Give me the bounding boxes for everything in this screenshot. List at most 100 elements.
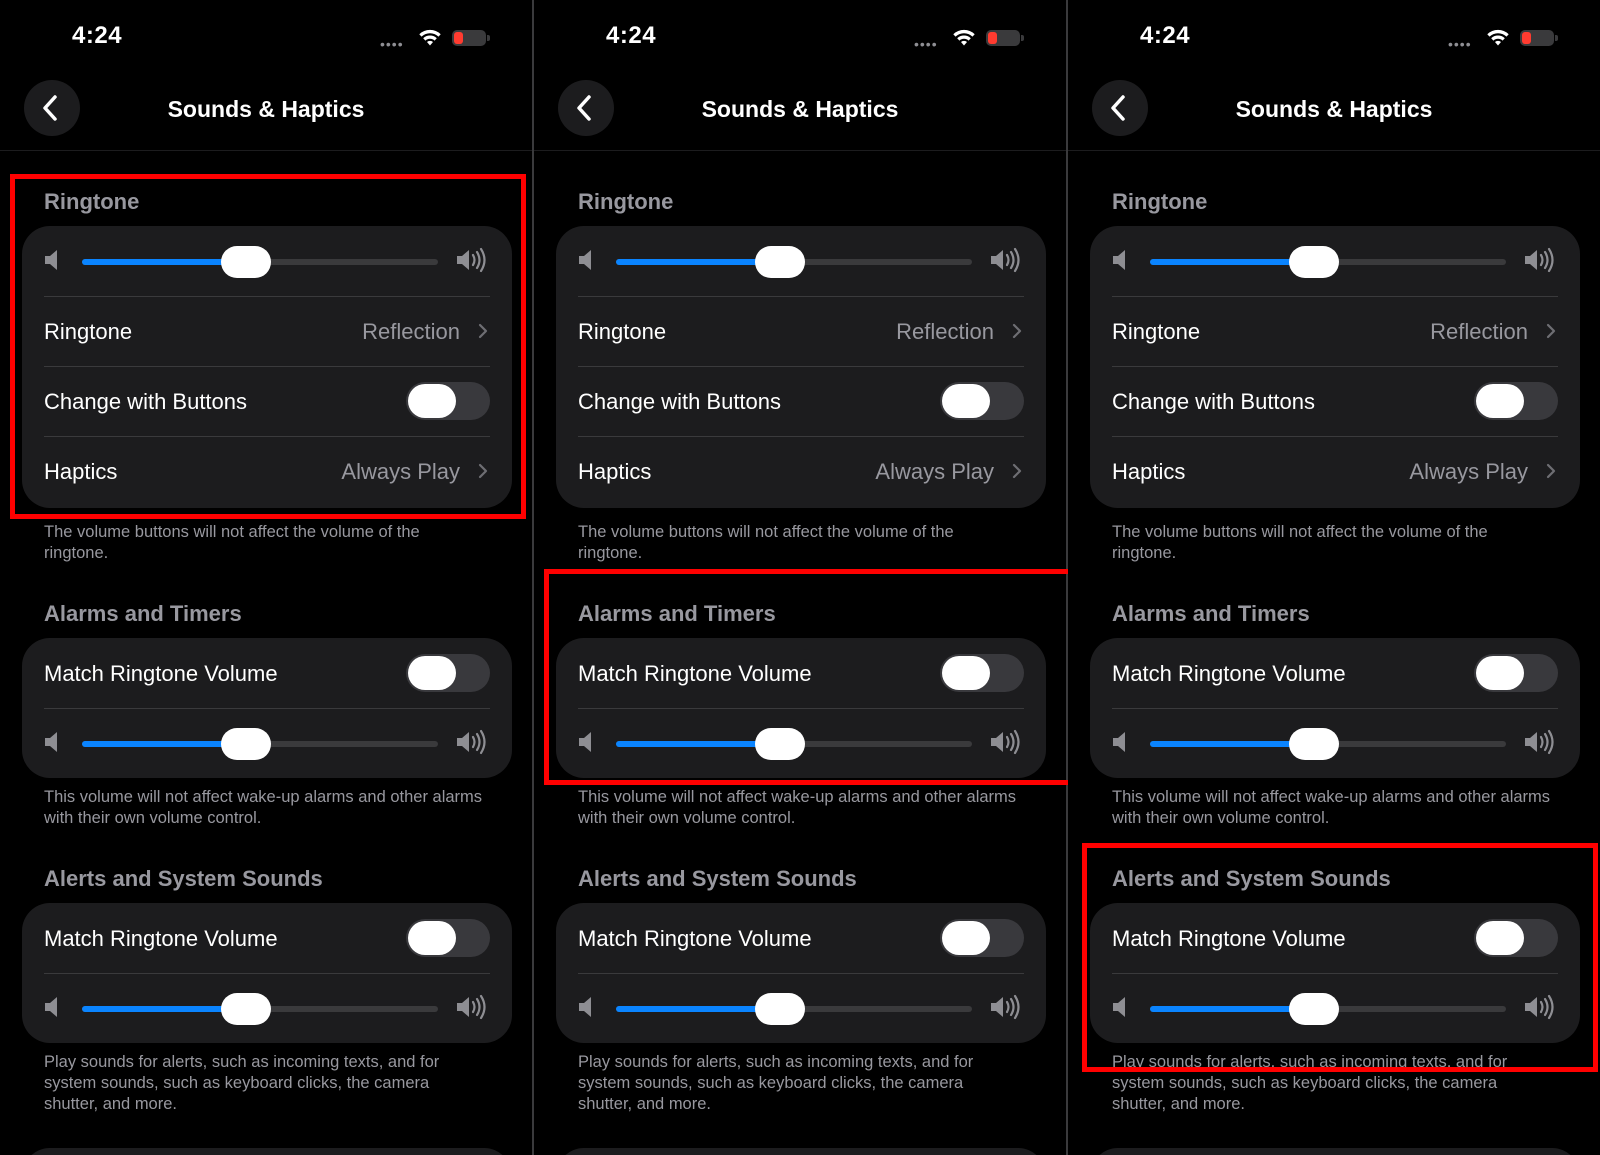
slider-track[interactable]	[616, 993, 972, 1025]
battery-icon	[1520, 30, 1558, 46]
slider-thumb[interactable]	[1288, 728, 1339, 760]
ringtone-value: Reflection	[1430, 319, 1528, 344]
battery-icon	[986, 30, 1024, 46]
speaker-high-icon	[1525, 729, 1554, 755]
haptics-row[interactable]: Haptics Always Play	[578, 436, 1024, 506]
wifi-icon	[953, 29, 975, 46]
ringtone-footer: The volume buttons will not affect the v…	[44, 523, 420, 562]
page-title: Sounds & Haptics	[167, 96, 365, 122]
highlight-box	[10, 174, 526, 519]
alarms-footer: This volume will not affect wake-up alar…	[44, 788, 483, 827]
slider-track[interactable]	[1150, 246, 1506, 278]
ringtone-row[interactable]: Ringtone Reflection	[1112, 296, 1558, 366]
slider-thumb[interactable]	[754, 246, 805, 278]
status-time: 4:24	[1140, 22, 1191, 49]
alarms-card: Match Ringtone Volume	[1090, 638, 1580, 778]
alarms-footer: This volume will not affect wake-up alar…	[578, 788, 1017, 827]
status-bar-icons: ••••	[380, 26, 490, 52]
status-time: 4:24	[72, 22, 123, 49]
match-ringtone-label: Match Ringtone Volume	[44, 926, 278, 951]
change-with-buttons-row: Change with Buttons	[578, 366, 1024, 436]
ringtone-label: Ringtone	[578, 319, 667, 344]
slider-track[interactable]	[82, 993, 438, 1025]
highlight-box	[544, 569, 1074, 785]
alarms-card: Match Ringtone Volume	[22, 638, 512, 778]
slider-track[interactable]	[616, 246, 972, 278]
match-ringtone-label: Match Ringtone Volume	[1112, 661, 1346, 686]
status-time: 4:24	[606, 22, 657, 49]
speaker-low-icon	[579, 250, 591, 270]
navigation-bar: Sounds & Haptics	[534, 70, 1066, 151]
alerts-volume-slider[interactable]	[578, 973, 1024, 1043]
speaker-low-icon	[579, 997, 591, 1017]
wifi-icon	[1487, 29, 1509, 46]
match-ringtone-label: Match Ringtone Volume	[44, 661, 278, 686]
section-header-ringtone: Ringtone	[1112, 189, 1208, 214]
ringtone-label: Ringtone	[1112, 319, 1201, 344]
section-header-alarms: Alarms and Timers	[1112, 601, 1310, 626]
next-card-edge	[556, 1148, 1046, 1155]
match-ringtone-label: Match Ringtone Volume	[578, 926, 812, 951]
ringtone-card: Ringtone Reflection Change with Buttons …	[1090, 226, 1580, 508]
status-bar-icons: ••••	[1448, 26, 1558, 52]
alarms-match-toggle[interactable]	[406, 654, 490, 692]
alarms-match-toggle[interactable]	[1474, 654, 1558, 692]
ringtone-volume-slider[interactable]	[1112, 226, 1558, 296]
ringtone-value: Reflection	[896, 319, 994, 344]
ringtone-footer: The volume buttons will not affect the v…	[578, 523, 954, 562]
wifi-icon	[419, 29, 441, 46]
haptics-value: Always Play	[875, 459, 994, 484]
page-title: Sounds & Haptics	[1235, 96, 1433, 122]
alarms-volume-slider[interactable]	[44, 708, 490, 778]
alarms-match-row: Match Ringtone Volume	[44, 638, 490, 708]
ringtone-footer: The volume buttons will not affect the v…	[1112, 523, 1488, 562]
alarms-footer: This volume will not affect wake-up alar…	[1112, 788, 1551, 827]
section-header-alerts: Alerts and System Sounds	[578, 866, 857, 891]
speaker-low-icon	[45, 732, 57, 752]
speaker-low-icon	[1113, 732, 1125, 752]
next-card-edge	[22, 1148, 512, 1155]
slider-thumb[interactable]	[1288, 246, 1339, 278]
ringtone-row[interactable]: Ringtone Reflection	[578, 296, 1024, 366]
speaker-high-icon	[991, 247, 1020, 273]
haptics-row[interactable]: Haptics Always Play	[1112, 436, 1558, 506]
haptics-value: Always Play	[1409, 459, 1528, 484]
alerts-volume-slider[interactable]	[44, 973, 490, 1043]
signal-icon: ••••	[1448, 36, 1472, 52]
alerts-match-toggle[interactable]	[940, 919, 1024, 957]
ringtone-card: Ringtone Reflection Change with Buttons …	[556, 226, 1046, 508]
alerts-match-toggle[interactable]	[406, 919, 490, 957]
status-bar-icons: ••••	[914, 26, 1024, 52]
chevron-right-icon	[1546, 463, 1556, 479]
change-with-buttons-toggle[interactable]	[1474, 382, 1558, 420]
change-with-buttons-label: Change with Buttons	[1112, 389, 1316, 414]
speaker-high-icon	[991, 994, 1020, 1020]
alerts-footer: Play sounds for alerts, such as incoming…	[44, 1053, 440, 1113]
slider-thumb[interactable]	[754, 993, 805, 1025]
change-with-buttons-label: Change with Buttons	[578, 389, 782, 414]
change-with-buttons-row: Change with Buttons	[1112, 366, 1558, 436]
chevron-right-icon	[1012, 463, 1022, 479]
slider-thumb[interactable]	[220, 993, 271, 1025]
change-with-buttons-toggle[interactable]	[940, 382, 1024, 420]
slider-track[interactable]	[82, 728, 438, 760]
haptics-label: Haptics	[578, 459, 652, 484]
signal-icon: ••••	[914, 36, 938, 52]
slider-track[interactable]	[1150, 728, 1506, 760]
speaker-high-icon	[457, 994, 486, 1020]
highlight-box	[1082, 843, 1598, 1072]
ringtone-volume-slider[interactable]	[578, 226, 1024, 296]
next-card-edge	[1090, 1148, 1580, 1155]
alerts-match-row: Match Ringtone Volume	[578, 903, 1024, 973]
alerts-card: Match Ringtone Volume	[22, 903, 512, 1043]
signal-icon: ••••	[380, 36, 404, 52]
slider-thumb[interactable]	[220, 728, 271, 760]
alerts-match-row: Match Ringtone Volume	[44, 903, 490, 973]
section-header-ringtone: Ringtone	[578, 189, 674, 214]
speaker-high-icon	[457, 729, 486, 755]
alarms-volume-slider[interactable]	[1112, 708, 1558, 778]
alerts-footer: Play sounds for alerts, such as incoming…	[578, 1053, 974, 1113]
haptics-label: Haptics	[1112, 459, 1186, 484]
battery-icon	[452, 30, 490, 46]
page-title: Sounds & Haptics	[701, 96, 899, 122]
